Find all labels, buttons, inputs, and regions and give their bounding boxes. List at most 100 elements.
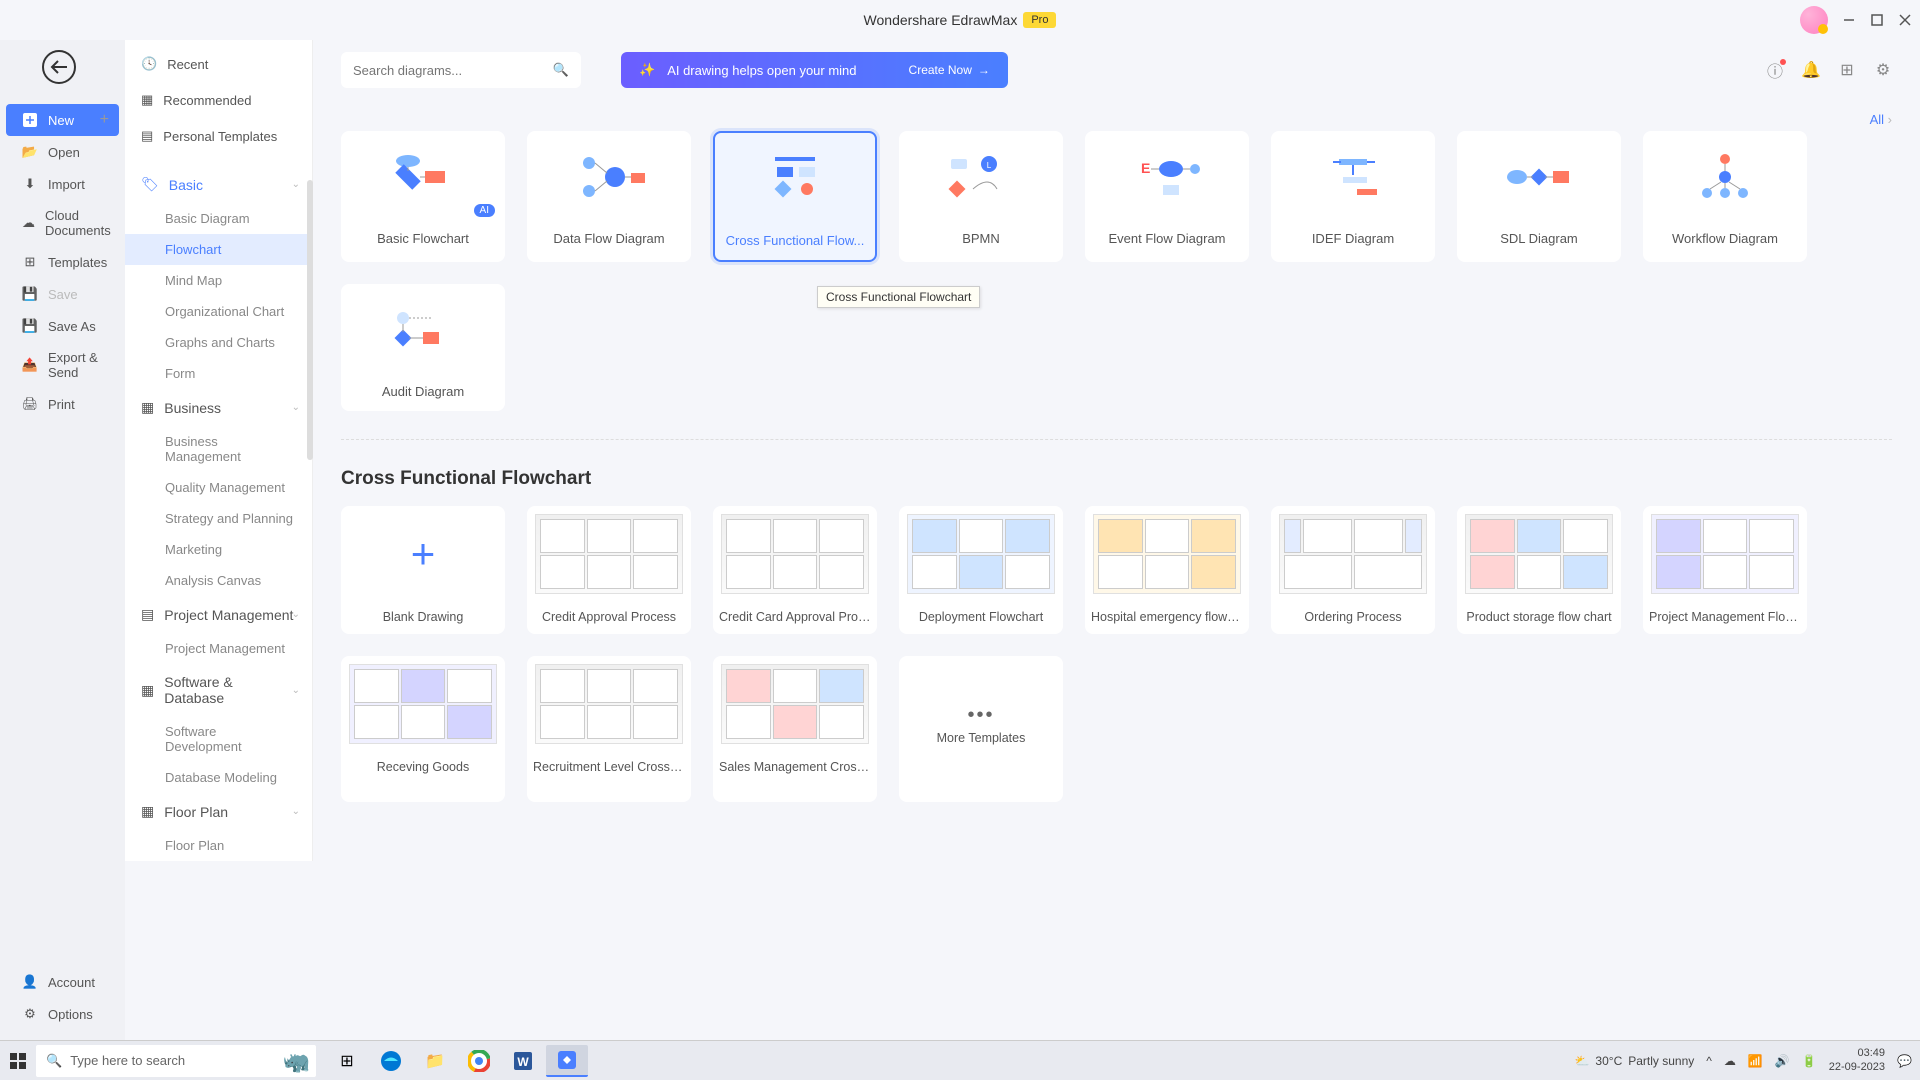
sub-flowchart[interactable]: Flowchart [125,234,312,265]
all-link[interactable]: All › [341,104,1892,131]
file-import[interactable]: ⬇ Import [0,168,125,200]
sub-analysis-canvas[interactable]: Analysis Canvas [125,565,312,596]
pro-badge: Pro [1023,12,1056,28]
nav-recommended[interactable]: ▦ Recommended [125,82,312,118]
thumb-basic-flowchart: AI [341,131,505,223]
app-edge[interactable] [370,1045,412,1077]
tmpl-credit-approval[interactable]: Credit Approval Process [527,506,691,634]
recommend-icon: ▦ [141,92,153,108]
tmpl-recruitment[interactable]: Recruitment Level Cross F... [527,656,691,802]
thumb-idef [1271,131,1435,223]
help-icon[interactable]: ⓘ [1766,61,1784,79]
file-templates[interactable]: ⊞ Templates [0,246,125,278]
file-save-as[interactable]: 💾 Save As [0,310,125,342]
back-button[interactable] [42,50,76,84]
sub-mind-map[interactable]: Mind Map [125,265,312,296]
volume-icon[interactable]: 🔊 [1775,1054,1790,1068]
card-workflow[interactable]: Workflow Diagram [1643,131,1807,262]
nav-recent[interactable]: 🕓 Recent [125,46,312,82]
cat-sw[interactable]: ▦ Software & Database ⌄ [125,664,312,716]
task-view-button[interactable]: ⊞ [326,1045,368,1077]
sub-graphs-charts[interactable]: Graphs and Charts [125,327,312,358]
cat-floor[interactable]: ▦ Floor Plan ⌄ [125,793,312,830]
sub-basic-diagram[interactable]: Basic Diagram [125,203,312,234]
card-sdl[interactable]: SDL Diagram [1457,131,1621,262]
tmpl-project-mgmt[interactable]: Project Management Flow... [1643,506,1807,634]
taskbar-search[interactable]: 🔍 Type here to search 🦏 [36,1045,316,1077]
app-chrome[interactable] [458,1045,500,1077]
file-options[interactable]: ⚙ Options [0,998,125,1030]
thumb-credit-card [721,514,869,594]
tmpl-product-storage[interactable]: Product storage flow chart [1457,506,1621,634]
settings-icon[interactable]: ⚙ [1874,61,1892,79]
search-icon[interactable]: 🔍 [553,62,569,78]
apps-icon[interactable]: ⊞ [1838,61,1856,79]
battery-icon[interactable]: 🔋 [1802,1054,1817,1068]
card-idef[interactable]: IDEF Diagram [1271,131,1435,262]
cat-pm[interactable]: ▤ Project Management ⌄ [125,596,312,633]
add-icon[interactable]: + [100,111,109,129]
card-audit[interactable]: Audit Diagram [341,284,505,411]
tmpl-hospital[interactable]: Hospital emergency flow c... [1085,506,1249,634]
card-label: IDEF Diagram [1271,223,1435,258]
sub-business-mgmt[interactable]: Business Management [125,426,312,472]
search-box[interactable]: 🔍 [341,52,581,88]
tmpl-receiving-goods[interactable]: Receving Goods [341,656,505,802]
file-templates-label: Templates [48,255,107,270]
sub-sw-dev[interactable]: Software Development [125,716,312,762]
wifi-icon[interactable]: 📶 [1748,1054,1763,1068]
file-cloud[interactable]: ☁ Cloud Documents [0,200,125,246]
sub-quality-mgmt[interactable]: Quality Management [125,472,312,503]
card-label: BPMN [899,223,1063,258]
card-bpmn[interactable]: L BPMN [899,131,1063,262]
tmpl-blank[interactable]: + Blank Drawing [341,506,505,634]
tmpl-more[interactable]: ••• More Templates [899,656,1063,802]
tmpl-credit-card-approval[interactable]: Credit Card Approval Proc... [713,506,877,634]
sub-marketing[interactable]: Marketing [125,534,312,565]
file-open[interactable]: 📂 Open [0,136,125,168]
file-export[interactable]: 📤 Export & Send [0,342,125,388]
tmpl-sales-mgmt[interactable]: Sales Management Crossf... [713,656,877,802]
sub-strategy[interactable]: Strategy and Planning [125,503,312,534]
tray-chevron-icon[interactable]: ^ [1706,1054,1712,1068]
tmpl-deployment[interactable]: Deployment Flowchart [899,506,1063,634]
file-import-label: Import [48,177,85,192]
close-button[interactable] [1898,13,1912,27]
thumb-workflow [1643,131,1807,223]
card-event-flow[interactable]: E Event Flow Diagram [1085,131,1249,262]
card-data-flow[interactable]: Data Flow Diagram [527,131,691,262]
tooltip: Cross Functional Flowchart [817,286,980,308]
sub-floor-plan[interactable]: Floor Plan [125,830,312,861]
nav-personal[interactable]: ▤ Personal Templates [125,118,312,154]
app-word[interactable]: W [502,1045,544,1077]
sub-db-modeling[interactable]: Database Modeling [125,762,312,793]
file-account[interactable]: 👤 Account [0,966,125,998]
weather-widget[interactable]: ⛅ 30°C Partly sunny [1574,1054,1694,1068]
sub-form[interactable]: Form [125,358,312,389]
start-button[interactable] [8,1051,28,1071]
maximize-button[interactable] [1870,13,1884,27]
thumb-ordering [1279,514,1427,594]
search-input[interactable] [353,63,553,78]
onedrive-icon[interactable]: ☁ [1724,1054,1736,1068]
bell-icon[interactable]: 🔔 [1802,61,1820,79]
chevron-down-icon: ⌄ [292,685,300,696]
card-cross-functional[interactable]: Cross Functional Flow... [713,131,877,262]
file-new[interactable]: New + [6,104,119,136]
file-print[interactable]: 🖨 Print [0,388,125,420]
tmpl-ordering[interactable]: Ordering Process [1271,506,1435,634]
app-explorer[interactable]: 📁 [414,1045,456,1077]
sub-org-chart[interactable]: Organizational Chart [125,296,312,327]
user-avatar[interactable] [1800,6,1828,34]
ai-banner[interactable]: ✨ AI drawing helps open your mind Create… [621,52,1008,88]
notifications-icon[interactable]: 💬 [1897,1054,1912,1068]
cat-basic[interactable]: 🏷 Basic ⌄ [125,166,312,203]
minimize-button[interactable] [1842,13,1856,27]
taskbar-clock[interactable]: 03:49 22-09-2023 [1829,1047,1885,1073]
create-now-button[interactable]: Create Now → [909,63,990,77]
thumb-sdl [1457,131,1621,223]
card-basic-flowchart[interactable]: AI Basic Flowchart [341,131,505,262]
sub-pm[interactable]: Project Management [125,633,312,664]
cat-business[interactable]: ▦ Business ⌄ [125,389,312,426]
app-edrawmax[interactable] [546,1045,588,1077]
